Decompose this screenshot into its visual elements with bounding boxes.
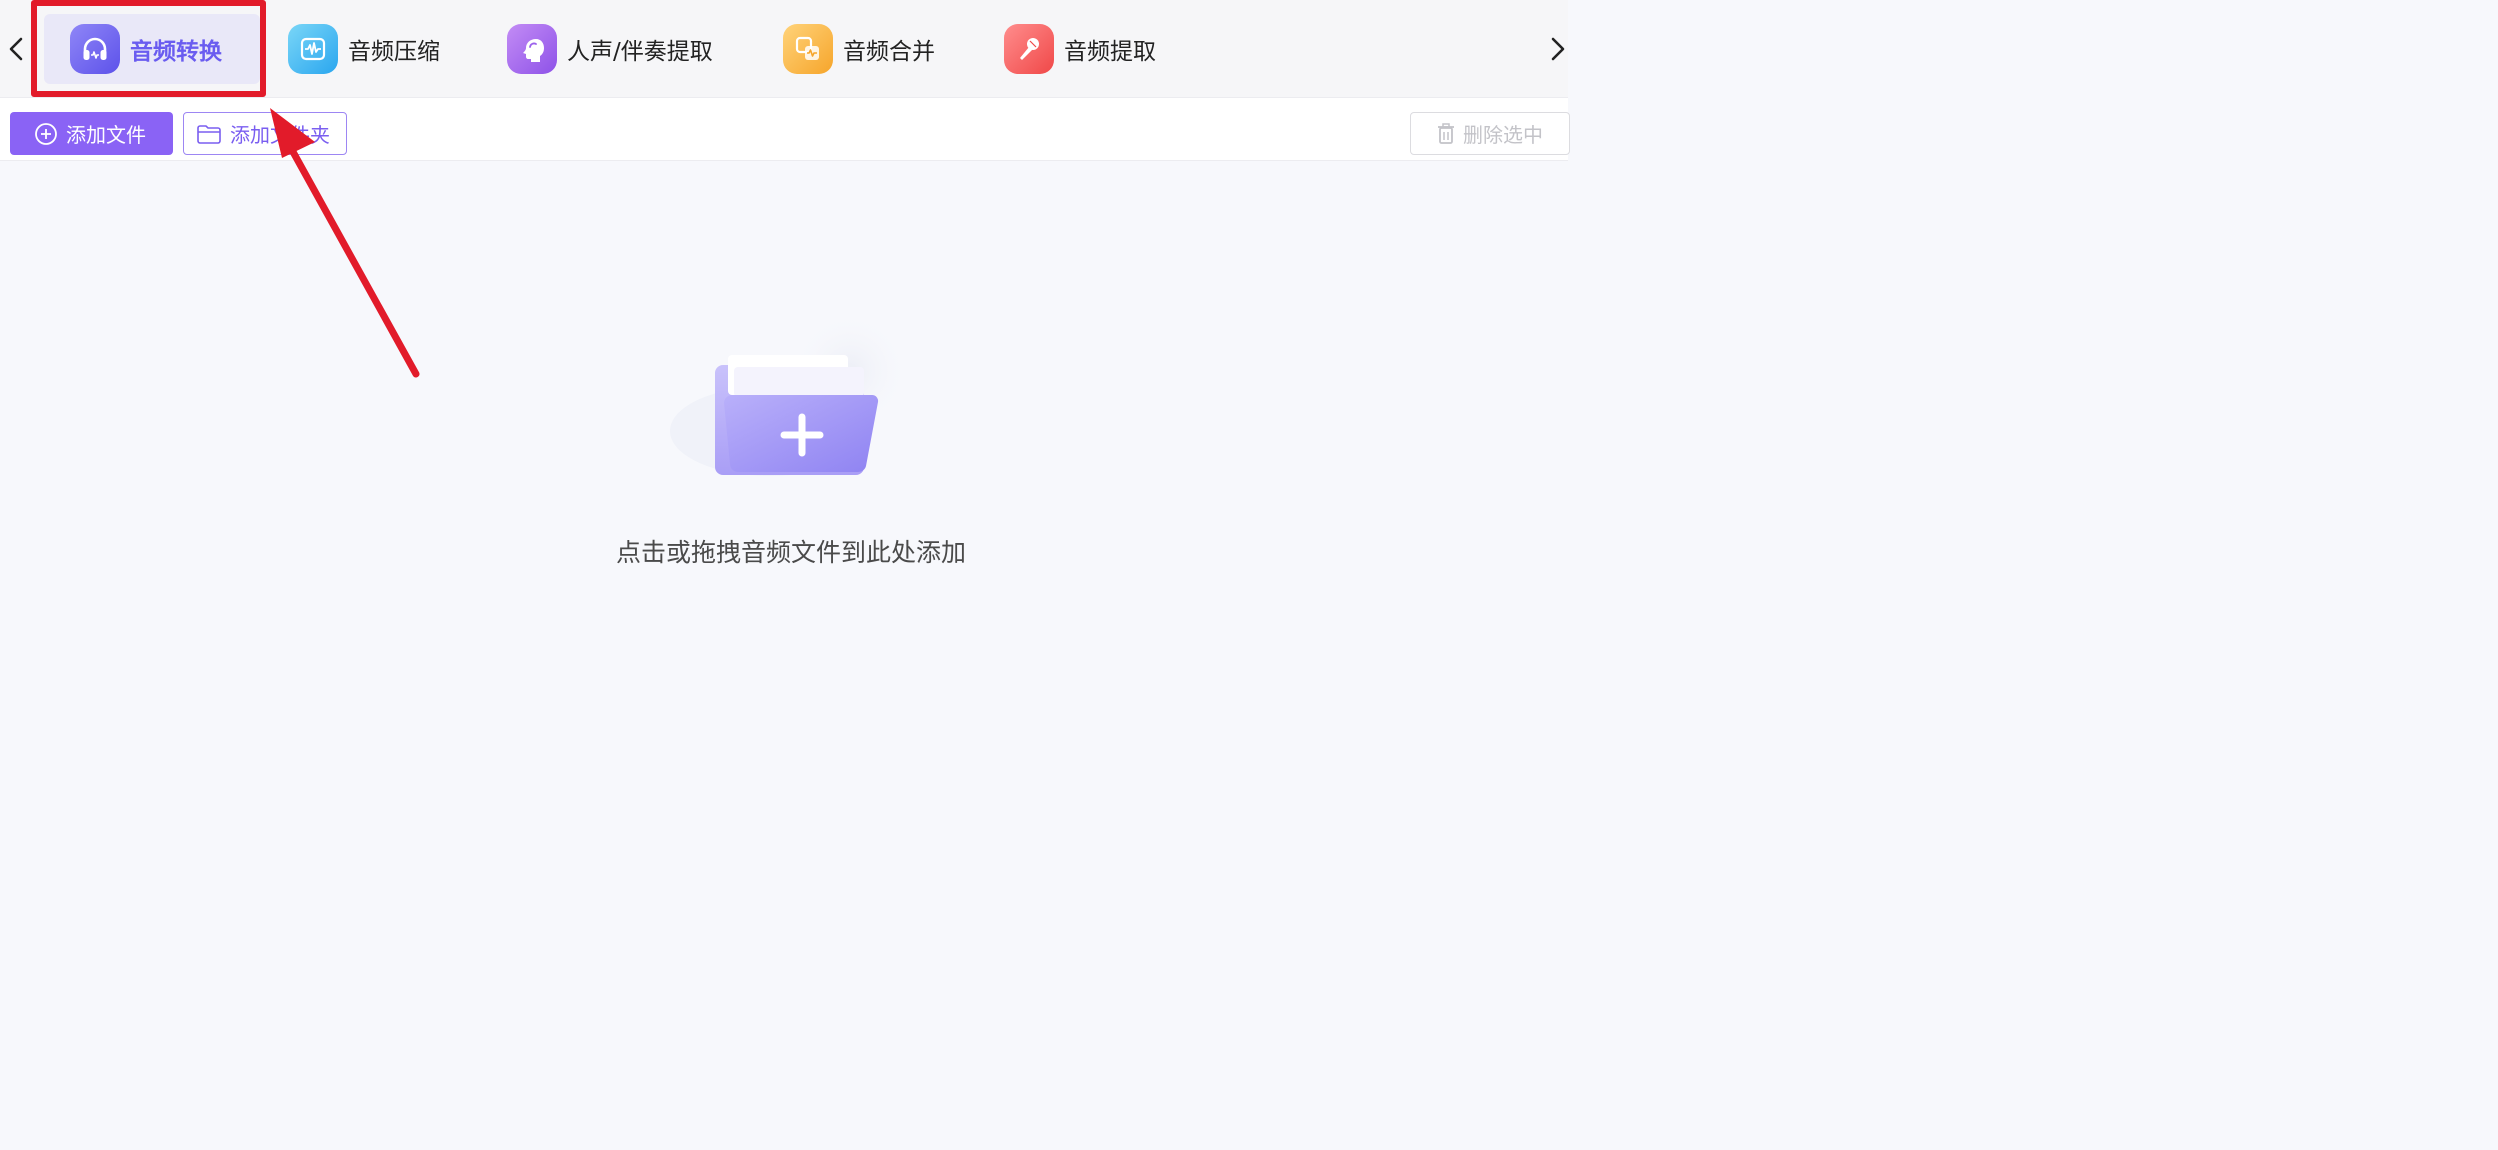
tab-audio-compress[interactable]: 音频压缩: [288, 14, 440, 84]
file-toolbar: 添加文件 添加文件夹 删除选中: [0, 98, 1570, 161]
add-file-button[interactable]: 添加文件: [10, 112, 173, 155]
merge-icon: [783, 24, 833, 74]
tab-scroll-left-icon[interactable]: [6, 32, 26, 66]
headphones-icon: [70, 24, 120, 74]
delete-selected-label: 删除选中: [1463, 123, 1543, 147]
feature-tab-bar: 音频转换 音频压缩 人声/伴奏提取 音频合并 音频提取: [0, 0, 1568, 98]
waveform-icon: [288, 24, 338, 74]
tab-scroll-right-icon[interactable]: [1548, 32, 1568, 66]
folder-icon: [197, 124, 221, 144]
add-folder-button[interactable]: 添加文件夹: [183, 112, 347, 155]
tab-label: 音频合并: [843, 39, 935, 65]
plus-circle-icon: [35, 122, 57, 145]
tab-label: 人声/伴奏提取: [567, 39, 713, 65]
tab-audio-merge[interactable]: 音频合并: [783, 14, 935, 84]
add-file-label: 添加文件: [66, 123, 146, 147]
voice-profile-icon: [507, 24, 557, 74]
add-folder-illustration-icon: [670, 311, 910, 476]
tab-vocal-accompaniment-extract[interactable]: 人声/伴奏提取: [507, 14, 713, 84]
tab-label: 音频压缩: [348, 39, 440, 65]
trash-icon: [1438, 122, 1454, 144]
delete-selected-button[interactable]: 删除选中: [1410, 112, 1570, 155]
drop-hint-text: 点击或拖拽音频文件到此处添加: [615, 538, 966, 567]
file-drop-zone[interactable]: 点击或拖拽音频文件到此处添加: [0, 161, 1568, 722]
tab-label: 音频转换: [130, 39, 222, 65]
tab-label: 音频提取: [1064, 39, 1156, 65]
add-folder-label: 添加文件夹: [230, 123, 330, 147]
tab-audio-convert[interactable]: 音频转换: [44, 14, 260, 84]
microphone-icon: [1004, 24, 1054, 74]
tab-audio-extract[interactable]: 音频提取: [1004, 14, 1156, 84]
